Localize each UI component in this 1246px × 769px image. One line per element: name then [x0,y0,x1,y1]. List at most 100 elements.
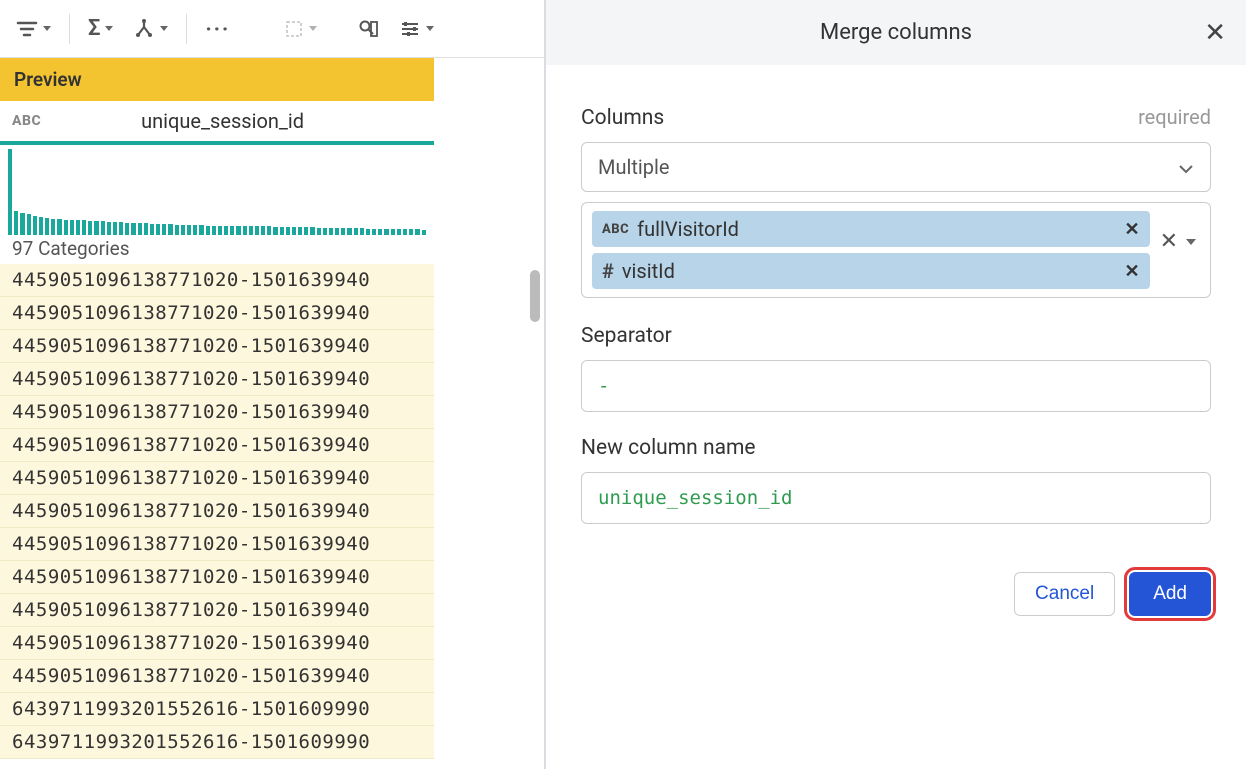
chart-bar [70,220,74,235]
chart-bar [82,220,86,235]
column-header: ABC unique_session_id [0,101,434,145]
chart-bar [113,222,117,235]
table-row[interactable]: 4459051096138771020-1501639940 [0,594,434,627]
chart-bar [187,225,191,235]
table-row[interactable]: 4459051096138771020-1501639940 [0,363,434,396]
chart-bar [317,228,321,235]
chart-bar [206,226,210,235]
table-row[interactable]: 4459051096138771020-1501639940 [0,462,434,495]
required-label: required [1138,105,1211,129]
table-row[interactable]: 6439711993201552616-1501609990 [0,726,434,759]
tune-icon [399,19,421,39]
chart-bar [199,225,203,235]
chart-bar [94,221,98,235]
table-row[interactable]: 4459051096138771020-1501639940 [0,330,434,363]
more-icon: ··· [205,17,230,41]
find-replace-icon [357,18,379,40]
table-row[interactable]: 4459051096138771020-1501639940 [0,264,434,297]
more-button[interactable]: ··· [197,11,238,47]
find-replace-button[interactable] [349,12,387,46]
columns-chip-input[interactable]: ABCfullVisitorId✕#visitId✕ ✕ [581,202,1211,298]
select-area-button[interactable] [276,13,325,45]
chart-bar [175,225,179,235]
chevron-down-icon[interactable] [1186,239,1196,245]
columns-mode-value: Multiple [598,155,669,179]
split-button[interactable] [125,12,176,46]
chart-bar [88,221,92,235]
chart-bar [304,227,308,235]
chip-remove-button[interactable]: ✕ [1124,261,1139,282]
chart-bar [138,223,142,235]
abc-icon: ABC [602,222,629,237]
select-icon [284,19,304,39]
chevron-down-icon [1178,155,1194,179]
column-chip[interactable]: ABC fullVisitorId ✕ [592,211,1150,247]
columns-mode-select[interactable]: Multiple [581,142,1211,192]
table-row[interactable]: 4459051096138771020-1501639940 [0,297,434,330]
categories-count-label: 97 Categories [0,235,434,264]
table-row[interactable]: 4459051096138771020-1501639940 [0,396,434,429]
type-badge: ABC [12,113,41,129]
separator-label: Separator [581,324,1211,348]
column-name: unique_session_id [53,109,422,133]
data-rows: 4459051096138771020-15016399404459051096… [0,264,434,759]
chart-bar [354,228,358,235]
divider [186,14,187,44]
chart-bar [125,223,129,235]
column-chip[interactable]: #visitId✕ [592,253,1150,289]
chevron-down-icon [160,26,168,31]
chart-bar [8,149,12,235]
chart-bar [144,223,148,235]
table-row[interactable]: 4459051096138771020-1501639940 [0,561,434,594]
split-icon [133,18,155,40]
chart-bar [181,225,185,235]
separator-input[interactable]: - [581,360,1211,412]
close-button[interactable]: ✕ [1204,18,1226,48]
chart-bar [292,227,296,235]
chart-bar [329,228,333,235]
chevron-down-icon [309,26,317,31]
sigma-icon: Σ [88,16,100,41]
chart-bar [249,226,253,235]
chart-bar [64,220,68,235]
columns-label: Columns [581,106,664,130]
chart-bar [27,214,31,235]
distribution-chart [0,145,434,235]
tune-button[interactable] [391,13,442,45]
preview-header: Preview [0,58,434,101]
chart-bar [224,226,228,235]
table-row[interactable]: 6439711993201552616-1501609990 [0,693,434,726]
filter-button[interactable] [8,14,59,44]
new-column-input[interactable]: unique_session_id [581,472,1211,524]
chart-bar [107,222,111,235]
chart-bar [45,218,49,235]
chart-bar [347,228,351,235]
table-row[interactable]: 4459051096138771020-1501639940 [0,660,434,693]
table-row[interactable]: 4459051096138771020-1501639940 [0,627,434,660]
scrollbar-thumb[interactable] [530,270,540,322]
chart-bar [33,216,37,235]
chart-bar [261,226,265,235]
chart-bar [298,227,302,235]
table-row[interactable]: 4459051096138771020-1501639940 [0,528,434,561]
chip-remove-button[interactable]: ✕ [1124,219,1139,240]
chip-label: fullVisitorId [637,217,739,241]
chart-bar [341,228,345,235]
table-row[interactable]: 4459051096138771020-1501639940 [0,495,434,528]
chevron-down-icon [105,26,113,31]
chart-bar [267,226,271,235]
clear-all-button[interactable]: ✕ [1160,229,1178,254]
chart-bar [57,219,61,235]
table-row[interactable]: 4459051096138771020-1501639940 [0,429,434,462]
modal-header: Merge columns ✕ [546,0,1246,65]
chart-bar [101,221,105,235]
chart-bar [150,224,154,235]
new-column-value: unique_session_id [598,487,792,509]
sigma-button[interactable]: Σ [80,10,121,47]
chart-bar [14,211,18,235]
add-button[interactable]: Add [1129,572,1211,616]
cancel-button[interactable]: Cancel [1014,572,1115,616]
chevron-down-icon [426,26,434,31]
chart-bar [323,228,327,235]
chip-label: visitId [622,259,675,283]
